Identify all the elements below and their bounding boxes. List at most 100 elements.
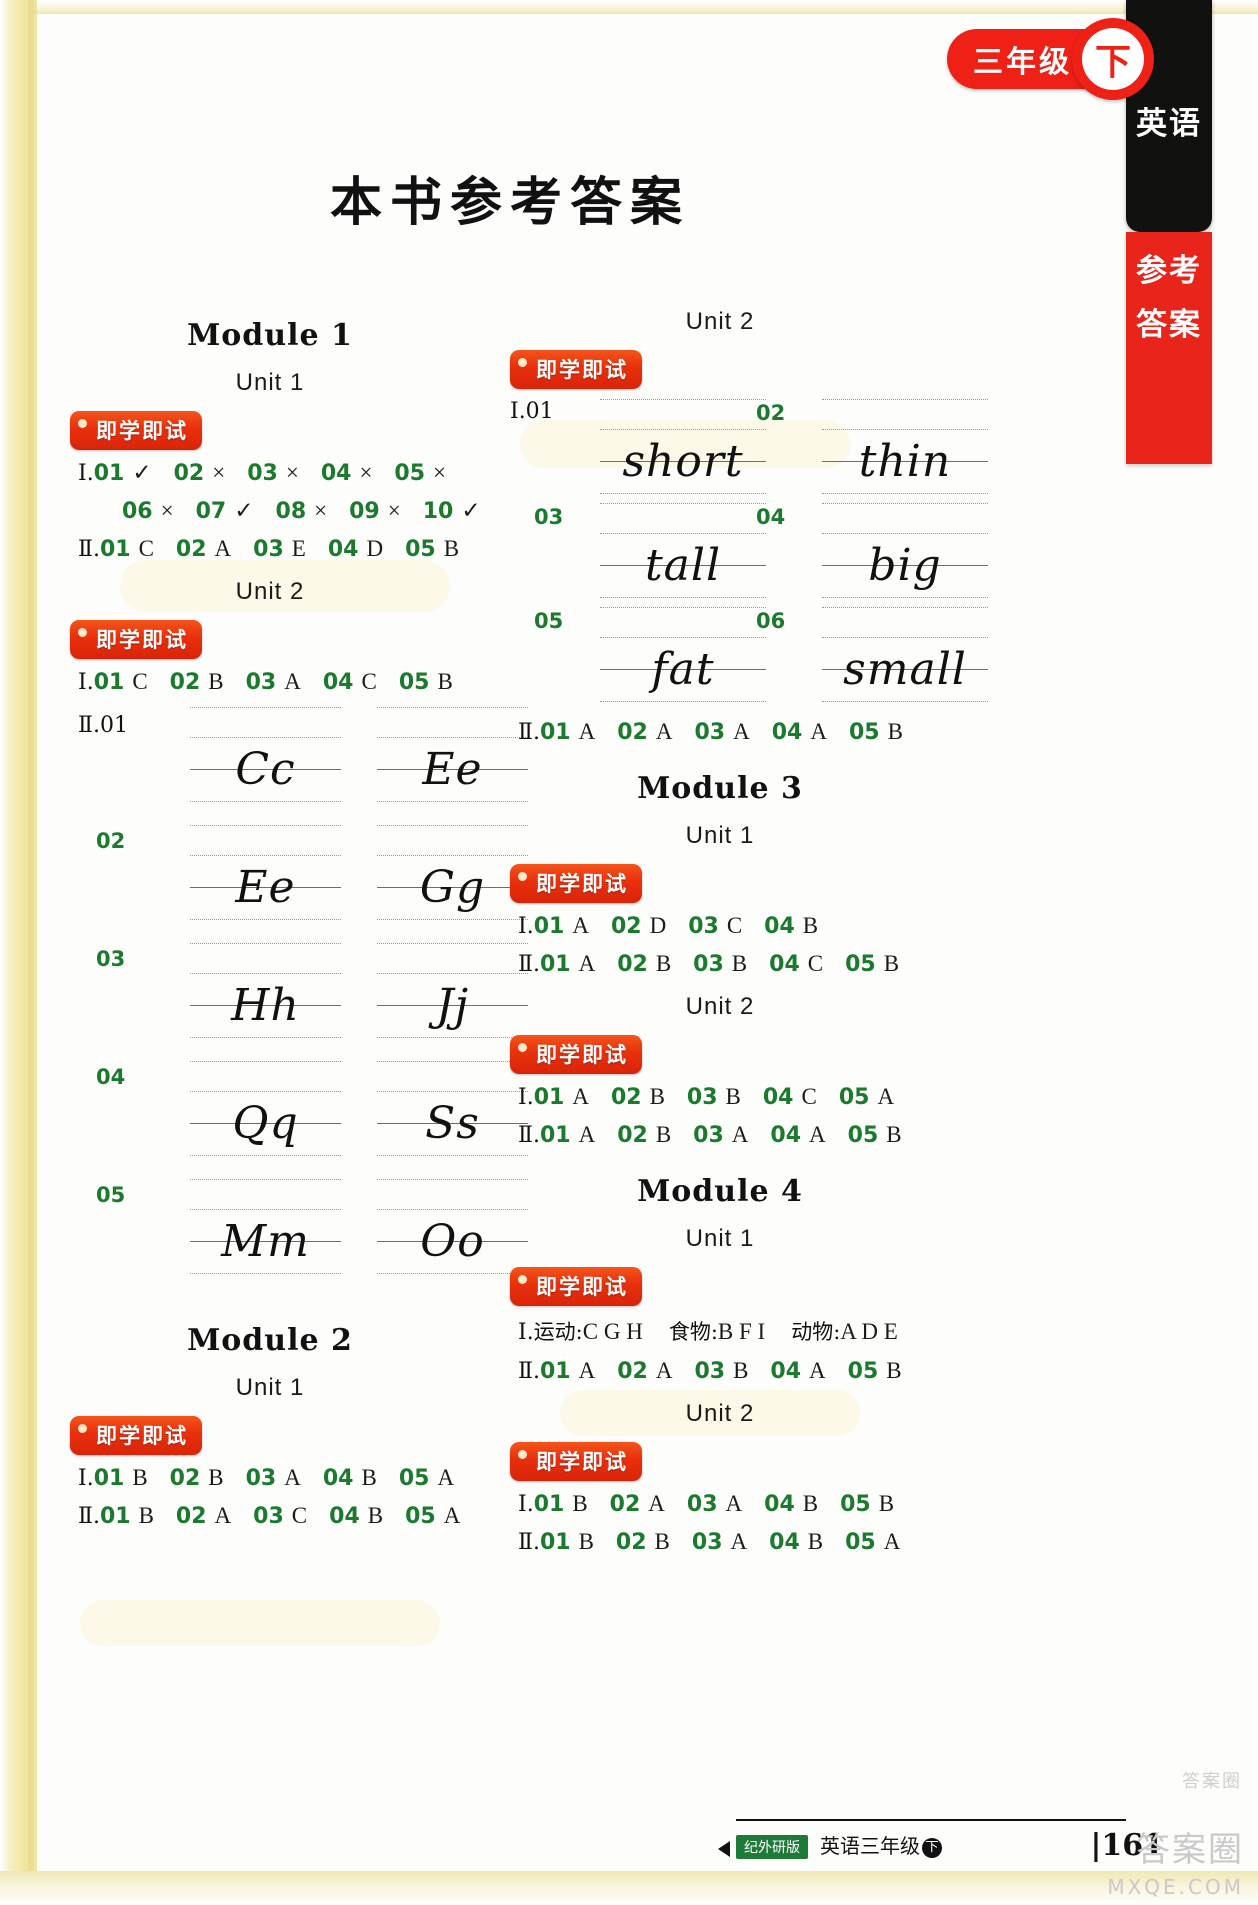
category-label: 动物: bbox=[791, 1320, 841, 1344]
writing-guide-line bbox=[822, 607, 988, 608]
answer-number: 07 bbox=[195, 499, 227, 524]
answer-value: B bbox=[443, 536, 460, 561]
handwritten-word: Ee bbox=[235, 862, 296, 913]
unit-heading: Unit 2 bbox=[685, 993, 755, 1020]
writing-pair-row: 05 Mm Oo bbox=[78, 1179, 528, 1297]
answer-value: A bbox=[725, 1491, 743, 1516]
badge-row: 即学即试 bbox=[510, 864, 940, 903]
unit-heading: Unit 1 bbox=[685, 1225, 755, 1252]
answer-value: A bbox=[809, 1122, 826, 1147]
writing-row-number: 05 bbox=[96, 1183, 126, 1207]
answer-value: A bbox=[437, 1465, 455, 1490]
handwritten-word: Hh bbox=[231, 980, 300, 1031]
writing-guide: Cc bbox=[190, 707, 341, 811]
writing-cell: thin bbox=[788, 399, 988, 503]
answer-value: C bbox=[132, 669, 148, 694]
category-row-prefix: Ⅰ. bbox=[518, 1320, 534, 1345]
writing-item-number: 02 bbox=[756, 401, 786, 425]
study-test-badge: 即学即试 bbox=[510, 1442, 642, 1481]
answer-value: A bbox=[730, 1529, 748, 1554]
answer-value: B bbox=[802, 913, 819, 938]
answer-row-prefix: Ⅰ. bbox=[78, 1466, 94, 1491]
answer-row-prefix: Ⅰ. bbox=[518, 1492, 534, 1517]
right-column: Unit 2 即学即试 Ⅰ.01 short 02 thin 03 tall 04 big 05 fa… bbox=[500, 292, 988, 1567]
writing-guide-line bbox=[190, 943, 341, 944]
answer-row: Ⅰ.01 B 02 B 03 A 04 B 05 A bbox=[78, 1465, 480, 1491]
answer-row: Ⅱ.01 B 02 B 03 A 04 B 05 A bbox=[518, 1529, 940, 1555]
answer-row-prefix: Ⅱ. bbox=[518, 1359, 540, 1384]
answer-value: B bbox=[138, 1503, 154, 1528]
writing-row-number: 02 bbox=[96, 829, 126, 853]
answer-value: × bbox=[160, 498, 174, 523]
answer-value: B bbox=[649, 1084, 665, 1109]
writing-guide-line bbox=[190, 1179, 341, 1180]
scan-tint-4 bbox=[80, 1600, 440, 1646]
module-heading: Module 4 bbox=[637, 1174, 803, 1209]
answer-value: A bbox=[655, 719, 673, 744]
writing-guide-line bbox=[190, 1061, 341, 1062]
writing-cell: big bbox=[788, 503, 988, 607]
answer-value: C bbox=[291, 1503, 308, 1528]
answer-number: 01 bbox=[93, 461, 125, 486]
footer-title: 英语三年级下 bbox=[820, 1830, 942, 1859]
writing-cell: Mm bbox=[156, 1179, 341, 1283]
writing-pair-row: 02 Ee Gg bbox=[78, 825, 528, 943]
answer-row: Ⅱ.01 A 02 A 03 A 04 A 05 B bbox=[518, 719, 940, 745]
answer-number: 06 bbox=[122, 499, 153, 524]
answer-row: Ⅰ.01 C 02 B 03 A 04 C 05 B bbox=[78, 669, 480, 695]
answer-number: 02 bbox=[617, 720, 648, 745]
answer-number: 05 bbox=[398, 670, 430, 695]
answer-value: A bbox=[883, 1529, 901, 1554]
answer-number: 01 bbox=[533, 914, 565, 939]
answer-value: C bbox=[807, 951, 824, 976]
answer-value: C bbox=[138, 536, 154, 561]
answer-value: A bbox=[284, 1465, 301, 1490]
badge-row: 即学即试 bbox=[510, 1442, 940, 1481]
answer-number: 05 bbox=[405, 537, 436, 562]
answer-value: ✓ bbox=[234, 498, 254, 523]
answer-value: B bbox=[733, 1358, 749, 1383]
answer-row-prefix: Ⅱ. bbox=[518, 720, 540, 745]
answer-value: B bbox=[886, 1358, 902, 1383]
writing-guide-line bbox=[190, 707, 341, 708]
writing-item-number: 05 bbox=[534, 609, 564, 633]
answer-number: 05 bbox=[847, 1123, 879, 1148]
answer-value: A bbox=[578, 1122, 596, 1147]
answer-row: Ⅱ.01 B 02 A 03 C 04 B 05 A bbox=[78, 1503, 480, 1529]
writing-pair-row: 04 Qq Ss bbox=[78, 1061, 528, 1179]
volume-circle: 下 bbox=[1072, 18, 1154, 100]
answer-value: × bbox=[314, 498, 328, 523]
answer-value: D bbox=[649, 913, 667, 938]
answer-value: A bbox=[284, 669, 301, 694]
answer-number: 02 bbox=[617, 952, 648, 977]
study-test-badge: 即学即试 bbox=[70, 1416, 202, 1455]
answer-value: B bbox=[725, 1084, 741, 1109]
answer-value: E bbox=[291, 536, 306, 561]
answer-value: B bbox=[655, 1122, 672, 1147]
answer-value: B bbox=[655, 951, 672, 976]
answer-value: A bbox=[572, 1084, 589, 1109]
answer-value: B bbox=[208, 1465, 224, 1490]
writing-row-prefix: Ⅰ.01 bbox=[510, 399, 554, 424]
writing-word-row: Ⅰ.01 short 02 thin bbox=[510, 399, 988, 503]
writing-pairs-block: Ⅱ.01 Cc Ee 02 Ee Gg 03 Hh Jj 04 Qq Ss 05 Mm Oo bbox=[78, 707, 528, 1297]
answer-number: 01 bbox=[539, 1359, 571, 1384]
category-label: 运动: bbox=[533, 1320, 583, 1344]
writing-guide: Qq bbox=[190, 1061, 341, 1165]
answer-value: A bbox=[578, 1358, 596, 1383]
answer-number: 04 bbox=[322, 670, 354, 695]
answer-row: Ⅰ.01 B 02 A 03 A 04 B 05 B bbox=[518, 1491, 940, 1517]
answer-number: 05 bbox=[398, 1466, 430, 1491]
answer-number: 04 bbox=[770, 1123, 802, 1148]
answer-number: 02 bbox=[615, 1530, 647, 1555]
writing-cell: Ee bbox=[156, 825, 341, 929]
writing-guide: Hh bbox=[190, 943, 341, 1047]
answer-number: 01 bbox=[93, 670, 125, 695]
page-title: 本书参考答案 bbox=[330, 172, 691, 233]
answer-row: Ⅱ.01 A 02 B 03 A 04 A 05 B bbox=[518, 1122, 940, 1148]
answer-number: 03 bbox=[253, 1504, 284, 1529]
answer-number: 01 bbox=[539, 952, 571, 977]
handwritten-word: fat bbox=[651, 644, 715, 695]
answer-number: 02 bbox=[610, 1085, 642, 1110]
footer-rule bbox=[736, 1819, 1126, 1821]
